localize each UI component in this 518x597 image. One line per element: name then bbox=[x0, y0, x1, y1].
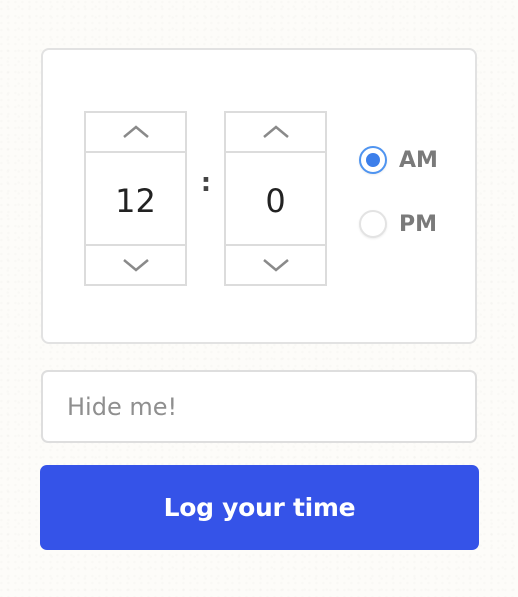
am-label: AM bbox=[399, 147, 438, 173]
pm-label: PM bbox=[399, 211, 438, 237]
hours-value[interactable]: 12 bbox=[86, 153, 185, 248]
hours-spinner: 12 bbox=[84, 111, 187, 286]
minutes-value[interactable]: 0 bbox=[226, 153, 325, 248]
log-time-button[interactable]: Log your time bbox=[40, 465, 479, 550]
chevron-down-icon bbox=[262, 259, 289, 272]
chevron-up-icon bbox=[122, 125, 149, 138]
chevron-up-icon bbox=[262, 125, 289, 138]
hide-me-input[interactable] bbox=[41, 370, 477, 443]
pm-radio[interactable] bbox=[359, 210, 387, 238]
am-radio[interactable] bbox=[359, 146, 387, 174]
time-separator: : bbox=[200, 168, 212, 198]
pm-option[interactable]: PM bbox=[359, 210, 437, 238]
hours-increment-button[interactable] bbox=[86, 113, 185, 153]
chevron-down-icon bbox=[122, 259, 149, 272]
minutes-decrement-button[interactable] bbox=[226, 244, 325, 284]
minutes-spinner: 0 bbox=[224, 111, 327, 286]
hours-decrement-button[interactable] bbox=[86, 244, 185, 284]
time-picker-card: 12 : 0 AM PM bbox=[41, 48, 477, 344]
radio-checked-dot bbox=[366, 153, 380, 167]
am-option[interactable]: AM bbox=[359, 146, 438, 174]
minutes-increment-button[interactable] bbox=[226, 113, 325, 153]
